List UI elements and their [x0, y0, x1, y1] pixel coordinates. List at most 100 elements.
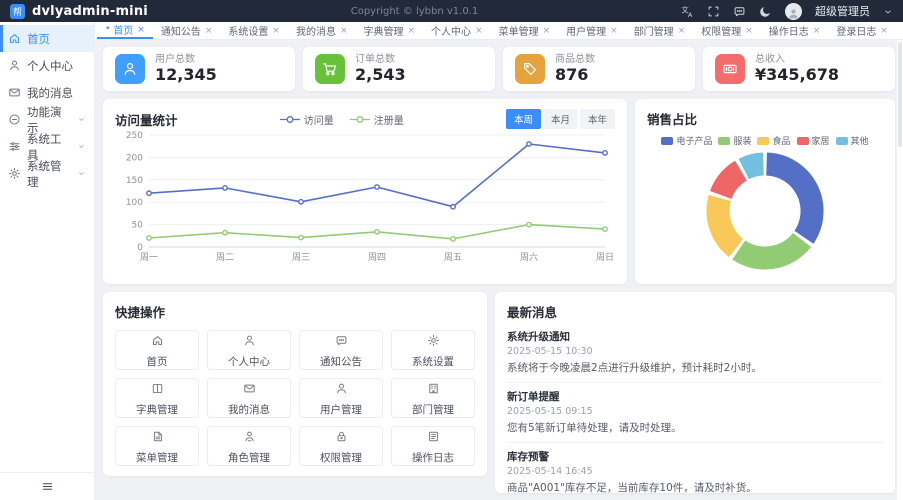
period-button-本年[interactable]: 本年	[579, 109, 615, 129]
quick-action-字典管理[interactable]: 字典管理	[115, 378, 199, 418]
pie-legend-item-食品[interactable]: 食品	[757, 134, 791, 147]
tab-close-icon[interactable]: ×	[745, 26, 753, 36]
home-icon	[151, 332, 164, 351]
tab-close-icon[interactable]: ×	[340, 26, 348, 36]
svg-text:50: 50	[132, 221, 144, 231]
chevron-down-icon[interactable]	[883, 2, 893, 21]
main-scrollbar[interactable]	[897, 40, 903, 500]
quick-action-label: 权限管理	[320, 451, 362, 464]
pie-legend-item-家居[interactable]: 家居	[796, 134, 830, 147]
tab-label: 通知公告	[160, 27, 201, 38]
tab-权限管理[interactable]: 权限管理 ×	[693, 22, 761, 39]
tab-close-icon[interactable]: ×	[813, 26, 821, 36]
tab-个人中心[interactable]: 个人中心 ×	[423, 22, 491, 39]
tab-close-icon[interactable]: ×	[543, 26, 551, 36]
quick-action-菜单管理[interactable]: 菜单管理	[115, 426, 199, 466]
quick-action-权限管理[interactable]: 权限管理	[299, 426, 383, 466]
sidebar-item-我的消息[interactable]: 我的消息	[0, 79, 94, 106]
quick-action-label: 操作日志	[412, 451, 454, 464]
tab-系统设置[interactable]: 系统设置 ×	[220, 22, 288, 39]
stat-value: 876	[555, 65, 589, 85]
user-icon	[115, 54, 145, 84]
legend-color-chip	[835, 136, 848, 145]
tab-close-icon[interactable]: ×	[205, 26, 213, 36]
sidebar-item-个人中心[interactable]: 个人中心	[0, 52, 94, 79]
legend-color-chip	[796, 136, 809, 145]
pie-legend-label: 服装	[733, 137, 752, 147]
tab-部门管理[interactable]: 部门管理 ×	[626, 22, 694, 39]
sidebar-item-功能演示[interactable]: 功能演示	[0, 105, 94, 135]
tab-close-icon[interactable]: ×	[137, 25, 145, 35]
message-icon[interactable]	[733, 5, 746, 18]
tab-角色管理[interactable]: 角色管理×	[896, 22, 903, 39]
gear-icon	[427, 332, 440, 351]
app-logo-glyph: 帮	[12, 7, 22, 18]
svg-text:100: 100	[126, 198, 143, 208]
tab-bar: • 首页 × 通知公告 × 系统设置 × 我的消息 × 字典管理 × 个人中心 × 菜单管理 × 用户管理 × 部…	[95, 22, 903, 40]
tab-通知公告[interactable]: 通知公告 ×	[153, 22, 221, 39]
period-button-本月[interactable]: 本月	[542, 109, 578, 129]
user-name[interactable]: 超级管理员	[815, 3, 870, 19]
quick-action-角色管理[interactable]: 角色管理	[207, 426, 291, 466]
message-icon	[335, 332, 348, 351]
period-button-本周[interactable]: 本周	[505, 109, 541, 129]
tab-用户管理[interactable]: 用户管理 ×	[558, 22, 626, 39]
message-time: 2025-05-15 09:15	[507, 406, 593, 417]
period-segmented-control: 本周 本月 本年	[505, 109, 615, 129]
legend-item-访问量[interactable]: 访问量	[279, 112, 334, 127]
fullscreen-icon[interactable]	[707, 5, 720, 18]
message-item[interactable]: 库存预警 2025-05-14 16:45 商品"A001"库存不足，当前库存10件…	[507, 443, 883, 493]
tab-首页[interactable]: • 首页 ×	[97, 22, 153, 39]
tab-close-icon[interactable]: ×	[272, 26, 280, 36]
cart-icon	[315, 54, 345, 84]
tab-close-icon[interactable]: ×	[880, 26, 888, 36]
quick-action-首页[interactable]: 首页	[115, 330, 199, 370]
tab-登录日志[interactable]: 登录日志 ×	[828, 22, 896, 39]
pie-legend-item-电子产品[interactable]: 电子产品	[661, 134, 712, 147]
mail-icon	[8, 86, 21, 99]
tab-我的消息[interactable]: 我的消息 ×	[288, 22, 356, 39]
pie-legend-item-其他[interactable]: 其他	[835, 134, 869, 147]
svg-text:周三: 周三	[292, 252, 310, 263]
stat-text: 订单总数 2,543	[355, 54, 406, 85]
tab-close-icon[interactable]: ×	[678, 26, 686, 36]
quick-action-通知公告[interactable]: 通知公告	[299, 330, 383, 370]
tab-close-icon[interactable]: ×	[610, 26, 618, 36]
sidebar-item-系统工具[interactable]: 系统工具	[0, 132, 94, 162]
tab-close-icon[interactable]: ×	[475, 26, 483, 36]
sidebar-collapse-button[interactable]	[0, 472, 94, 500]
message-item[interactable]: 新订单提醒 2025-05-15 09:15 您有5笔新订单待处理，请及时处理。	[507, 383, 883, 443]
sidebar-item-首页[interactable]: 首页	[0, 25, 94, 52]
quick-action-系统设置[interactable]: 系统设置	[391, 330, 475, 370]
tab-操作日志[interactable]: 操作日志 ×	[761, 22, 829, 39]
tab-close-icon[interactable]: ×	[408, 26, 416, 36]
pie-legend-item-服装[interactable]: 服装	[718, 134, 751, 147]
translate-icon[interactable]: 文A	[681, 5, 694, 17]
sidebar-menu: 首页个人中心 我的消息 功能演示 系统工具 系统管理	[0, 22, 94, 472]
svg-text:周一: 周一	[140, 252, 158, 263]
sidebar-item-系统管理[interactable]: 系统管理	[0, 159, 94, 189]
tab-菜单管理[interactable]: 菜单管理 ×	[491, 22, 559, 39]
quick-action-我的消息[interactable]: 我的消息	[207, 378, 291, 418]
tools-icon	[8, 140, 21, 153]
legend-item-注册量[interactable]: 注册量	[349, 112, 404, 127]
quick-action-操作日志[interactable]: 操作日志	[391, 426, 475, 466]
moon-icon[interactable]	[759, 5, 772, 18]
quick-action-部门管理[interactable]: 部门管理	[391, 378, 475, 418]
quick-action-用户管理[interactable]: 用户管理	[299, 378, 383, 418]
stat-text: 商品总数 876	[555, 54, 595, 85]
pie-legend-label: 其他	[850, 137, 869, 147]
tab-字典管理[interactable]: 字典管理 ×	[356, 22, 424, 39]
quick-action-label: 角色管理	[228, 451, 270, 464]
main-scrollbar-thumb[interactable]	[898, 42, 902, 147]
messages-card: 最新消息 系统升级通知 2025-05-15 10:30 系统将于今晚凌晨2点进行升…	[495, 292, 895, 493]
quick-action-个人中心[interactable]: 个人中心	[207, 330, 291, 370]
content-column: • 首页 × 通知公告 × 系统设置 × 我的消息 × 字典管理 × 个人中心 × 菜单管理 × 用户管理 × 部…	[95, 22, 903, 500]
message-item[interactable]: 系统升级通知 2025-05-15 10:30 系统将于今晚凌晨2点进行升级维护，预…	[507, 323, 883, 383]
legend-color-chip	[718, 136, 731, 145]
message-desc: 您有5笔新订单待处理，请及时处理。	[507, 422, 682, 434]
tab-label: 系统设置	[228, 27, 269, 38]
avatar[interactable]	[785, 2, 802, 20]
sidebar-item-label: 首页	[27, 31, 50, 46]
stat-card-商品总数: 商品总数 876	[503, 47, 695, 91]
